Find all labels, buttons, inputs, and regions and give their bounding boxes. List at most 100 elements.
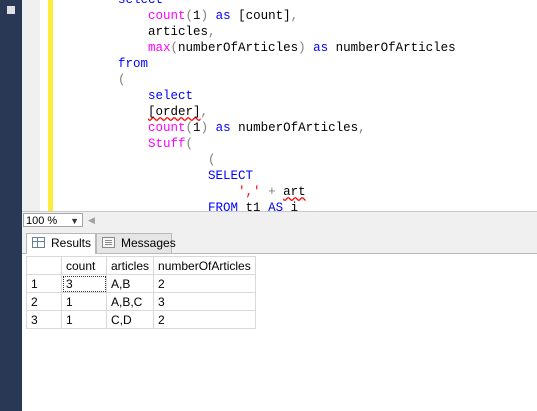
row-header[interactable]: 1 <box>26 274 62 293</box>
grid-cell[interactable]: A,B <box>105 274 155 293</box>
code-token: t1 <box>238 201 269 211</box>
code-token: , <box>358 121 366 135</box>
grid-cell[interactable]: 1 <box>61 310 107 329</box>
code-token: ( <box>208 153 216 167</box>
code-line[interactable]: FROM t1 AS i <box>88 200 456 211</box>
code-token: from <box>118 57 149 71</box>
tab-messages-label: Messages <box>121 236 176 250</box>
code-line[interactable]: ( <box>88 152 456 168</box>
pin-icon[interactable] <box>7 6 15 14</box>
scroll-left-icon[interactable]: ◀ <box>88 215 95 226</box>
code-token: count <box>148 121 186 135</box>
grid-cell[interactable]: C,D <box>105 310 155 329</box>
code-line[interactable]: Stuff( <box>88 136 456 152</box>
row-header[interactable]: 3 <box>26 310 62 329</box>
code-line[interactable]: count(1) as numberOfArticles, <box>88 120 456 136</box>
code-token: ( <box>185 9 194 23</box>
results-grid: count articles numberOfArticles 1 3 A,B … <box>26 256 256 329</box>
code-token: i <box>283 201 299 211</box>
code-token: ) <box>298 41 306 55</box>
results-grid-pane: count articles numberOfArticles 1 3 A,B … <box>22 254 537 411</box>
code-line[interactable]: select <box>88 0 456 8</box>
code-token: max <box>148 41 171 55</box>
code-token: numberOfArticles <box>328 41 456 55</box>
code-token: ) <box>200 9 209 23</box>
left-panel-bar <box>0 0 22 411</box>
code-line[interactable]: select <box>88 88 456 104</box>
messages-icon <box>102 237 115 248</box>
code-token: ( <box>170 41 179 55</box>
results-tab-strip: Results Messages <box>22 229 537 254</box>
code-token: ( <box>185 121 194 135</box>
grid-cell[interactable]: 1 <box>61 292 107 311</box>
code-token: , <box>208 25 216 39</box>
code-token: count <box>148 9 186 23</box>
table-row: 3 1 C,D 2 <box>26 310 256 329</box>
row-header[interactable]: 2 <box>26 292 62 311</box>
code-token: , <box>200 105 209 119</box>
grid-cell[interactable]: 2 <box>153 274 256 293</box>
zoom-value: 100 % <box>26 215 58 227</box>
code-token: numberOfArticles <box>178 41 299 55</box>
grid-icon <box>32 237 45 248</box>
query-editor[interactable]: select count(1) as [count], articles, ma… <box>22 0 537 211</box>
code-line[interactable]: articles, <box>88 24 456 40</box>
grid-cell[interactable]: 3 <box>153 292 256 311</box>
editor-status-bar: 100 % ▼ ◀ <box>22 211 537 229</box>
editor-gutter <box>22 0 40 211</box>
code-token: as <box>215 121 231 135</box>
zoom-dropdown[interactable]: 100 % ▼ <box>23 213 83 227</box>
table-row: 1 3 A,B 2 <box>26 274 256 293</box>
grid-corner-cell[interactable] <box>26 256 62 275</box>
code-token: ) <box>200 121 209 135</box>
code-token: 1 <box>193 121 201 135</box>
code-token: select <box>118 0 164 7</box>
tab-results[interactable]: Results <box>26 233 96 254</box>
code-token: as <box>215 9 231 23</box>
code-token: 1 <box>193 9 201 23</box>
grid-cell[interactable]: 3 <box>61 274 107 293</box>
column-header-articles[interactable]: articles <box>105 256 155 275</box>
column-header-count[interactable]: count <box>61 256 107 275</box>
code-line[interactable]: [order], <box>88 104 456 120</box>
table-row: 2 1 A,B,C 3 <box>26 292 256 311</box>
code-line[interactable]: max(numberOfArticles) as numberOfArticle… <box>88 40 456 56</box>
code-token: FROM <box>208 201 239 211</box>
code-token: numberOfArticles <box>230 121 359 135</box>
code-text[interactable]: select count(1) as [count], articles, ma… <box>88 0 456 211</box>
grid-cell[interactable]: 2 <box>153 310 256 329</box>
code-token: ( <box>118 73 126 87</box>
tab-messages[interactable]: Messages <box>96 233 176 253</box>
code-line[interactable]: ( <box>88 72 456 88</box>
code-token: [order] <box>148 105 201 119</box>
code-token: [count] <box>230 9 291 23</box>
code-token: as <box>313 41 329 55</box>
code-token: , <box>290 9 299 23</box>
tab-results-label: Results <box>51 236 92 250</box>
code-line[interactable]: ',' + art <box>88 184 456 200</box>
code-line[interactable]: from <box>88 56 456 72</box>
code-token: SELECT <box>208 169 254 183</box>
grid-cell[interactable]: A,B,C <box>105 292 155 311</box>
code-line[interactable]: SELECT <box>88 168 456 184</box>
code-line[interactable]: count(1) as [count], <box>88 8 456 24</box>
chevron-down-icon: ▼ <box>70 216 79 226</box>
code-token: select <box>148 89 194 103</box>
column-header-numberofarticles[interactable]: numberOfArticles <box>153 256 256 275</box>
